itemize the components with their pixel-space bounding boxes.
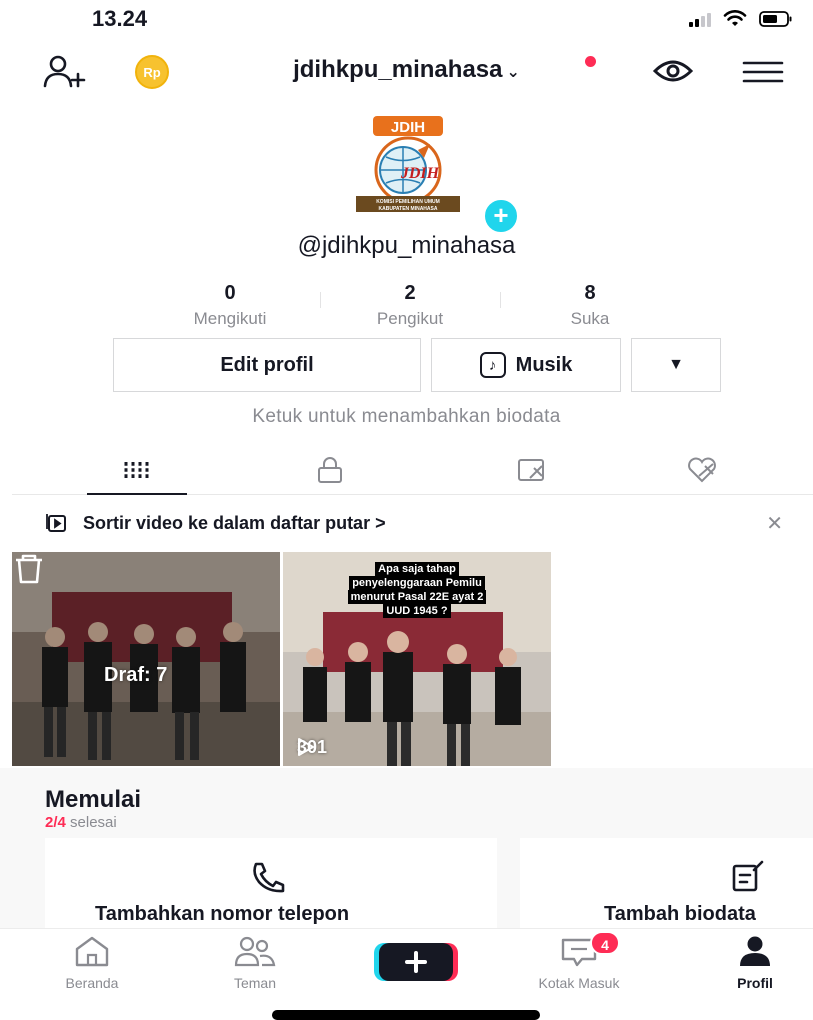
bottom-nav: Beranda Teman Kotak Masuk 4 Profil xyxy=(0,928,813,998)
nav-friends[interactable]: Teman xyxy=(195,935,315,991)
logo-caption-2: KABUPATEN MINAHASA xyxy=(379,206,438,212)
stat-label: Mengikuti xyxy=(193,309,267,328)
caption-line: Apa saja tahap xyxy=(375,562,459,576)
repost-hidden-icon xyxy=(518,459,544,481)
active-tab-indicator xyxy=(87,493,187,495)
caption-line: UUD 1945 ? xyxy=(383,604,451,618)
stat-value: 0 xyxy=(224,282,236,304)
playlist-icon xyxy=(46,514,66,532)
playlist-banner[interactable]: Sortir video ke dalam daftar putar > ✕ xyxy=(45,505,783,541)
phone-icon xyxy=(253,862,285,893)
section-progress: 2/4 selesai xyxy=(45,814,117,831)
battery-icon xyxy=(759,11,792,27)
friends-icon xyxy=(234,936,276,967)
username-title: jdihkpu_minahasa xyxy=(293,56,503,83)
video-grid: Draf: 7 Apa saja tahap penyelenggaraan P… xyxy=(12,552,551,766)
stat-label: Pengikut xyxy=(376,309,444,328)
music-label: Musik xyxy=(515,353,573,376)
tab-liked[interactable] xyxy=(652,445,752,495)
dropdown-arrow-icon: ▼ xyxy=(668,356,684,373)
music-note-icon: ♪ xyxy=(479,352,506,378)
tab-videos[interactable] xyxy=(87,445,187,495)
chevron-down-icon: ⌄ xyxy=(506,64,520,81)
signal-icon xyxy=(689,11,711,27)
stat-label: Suka xyxy=(570,309,610,328)
divider xyxy=(500,292,501,308)
plus-icon xyxy=(374,943,458,981)
playlist-text: Sortir video ke dalam daftar putar > xyxy=(83,512,386,533)
status-time: 13.24 xyxy=(92,6,148,31)
more-options-button[interactable]: ▼ xyxy=(631,338,721,392)
tab-reposts[interactable] xyxy=(482,445,582,495)
nav-profile[interactable]: Profil xyxy=(695,935,813,991)
view-count: 301 xyxy=(297,737,327,758)
video-thumbnail-draft[interactable]: Draf: 7 xyxy=(12,552,280,766)
nav-inbox[interactable]: Kotak Masuk xyxy=(519,935,639,991)
profile-handle: @jdihkpu_minahasa xyxy=(297,232,516,259)
edit-bio-icon xyxy=(732,860,764,892)
profile-tabs xyxy=(12,445,813,495)
heart-hidden-icon xyxy=(688,457,716,483)
add-avatar-button[interactable]: + xyxy=(482,197,520,235)
video-scene xyxy=(12,552,280,766)
profile-stats: 0 Mengikuti 2 Pengikut 8 Suka xyxy=(140,282,680,329)
nav-home[interactable]: Beranda xyxy=(32,935,152,991)
stat-following[interactable]: 0 Mengikuti xyxy=(140,282,320,329)
inbox-badge: 4 xyxy=(590,931,620,955)
music-button[interactable]: ♪ Musik xyxy=(431,338,621,392)
getting-started-section: Memulai 2/4 selesai Tambahkan nomor tele… xyxy=(0,768,813,938)
create-button[interactable] xyxy=(374,943,458,981)
close-icon[interactable]: ✕ xyxy=(766,511,783,536)
edit-profile-button[interactable]: Edit profil xyxy=(113,338,421,392)
progress-count: 2/4 xyxy=(45,814,66,831)
task-label: Tambahkan nomor telepon xyxy=(95,903,350,925)
grid-icon xyxy=(123,462,150,478)
menu-icon[interactable] xyxy=(742,60,784,84)
status-bar: 13.24 xyxy=(0,0,813,40)
logo-text: JDIH xyxy=(391,119,425,136)
avatar[interactable]: JDIH JDIH KOMISI PEMILIHAN UMUM KABUPATE… xyxy=(348,112,478,222)
svg-text:JDIH: JDIH xyxy=(400,165,440,182)
trash-icon xyxy=(16,554,42,584)
wifi-icon xyxy=(723,10,747,26)
progress-suffix: selesai xyxy=(65,814,117,831)
video-thumbnail[interactable]: Apa saja tahap penyelenggaraan Pemilu me… xyxy=(283,552,551,766)
bio-hint[interactable]: Ketuk untuk menambahkan biodata xyxy=(0,406,813,428)
video-caption: Apa saja tahap penyelenggaraan Pemilu me… xyxy=(311,562,523,618)
play-icon xyxy=(298,738,314,756)
task-card-bio[interactable]: Tambah biodata xyxy=(520,838,813,938)
profile-actions: Edit profil ♪ Musik ▼ xyxy=(113,338,721,392)
caption-line: menurut Pasal 22E ayat 2 xyxy=(347,590,487,604)
task-card-phone[interactable]: Tambahkan nomor telepon xyxy=(45,838,497,938)
nav-label: Profil xyxy=(737,975,773,991)
lock-icon xyxy=(318,457,342,483)
nav-label: Beranda xyxy=(65,975,119,991)
task-label: Tambah biodata xyxy=(604,903,756,925)
stat-likes[interactable]: 8 Suka xyxy=(500,282,680,329)
home-indicator xyxy=(272,1010,540,1020)
section-title: Memulai xyxy=(45,786,142,813)
top-nav: Rp jdihkpu_minahasa ⌄ xyxy=(0,48,813,98)
home-icon xyxy=(75,936,109,967)
stat-followers[interactable]: 2 Pengikut xyxy=(320,282,500,329)
nav-label: Kotak Masuk xyxy=(538,975,620,991)
tab-private[interactable] xyxy=(280,445,380,495)
draft-count: Draf: 7 xyxy=(104,664,168,686)
nav-label: Teman xyxy=(233,975,277,991)
profile-icon xyxy=(740,936,770,966)
status-icons xyxy=(689,10,793,28)
logo-caption-1: KOMISI PEMILIHAN UMUM xyxy=(376,199,440,205)
notification-dot xyxy=(585,56,596,67)
divider xyxy=(320,292,321,308)
profile-views-icon[interactable] xyxy=(652,56,694,86)
stat-value: 2 xyxy=(404,282,416,304)
stat-value: 8 xyxy=(584,282,596,304)
caption-line: penyelenggaraan Pemilu xyxy=(349,576,485,590)
